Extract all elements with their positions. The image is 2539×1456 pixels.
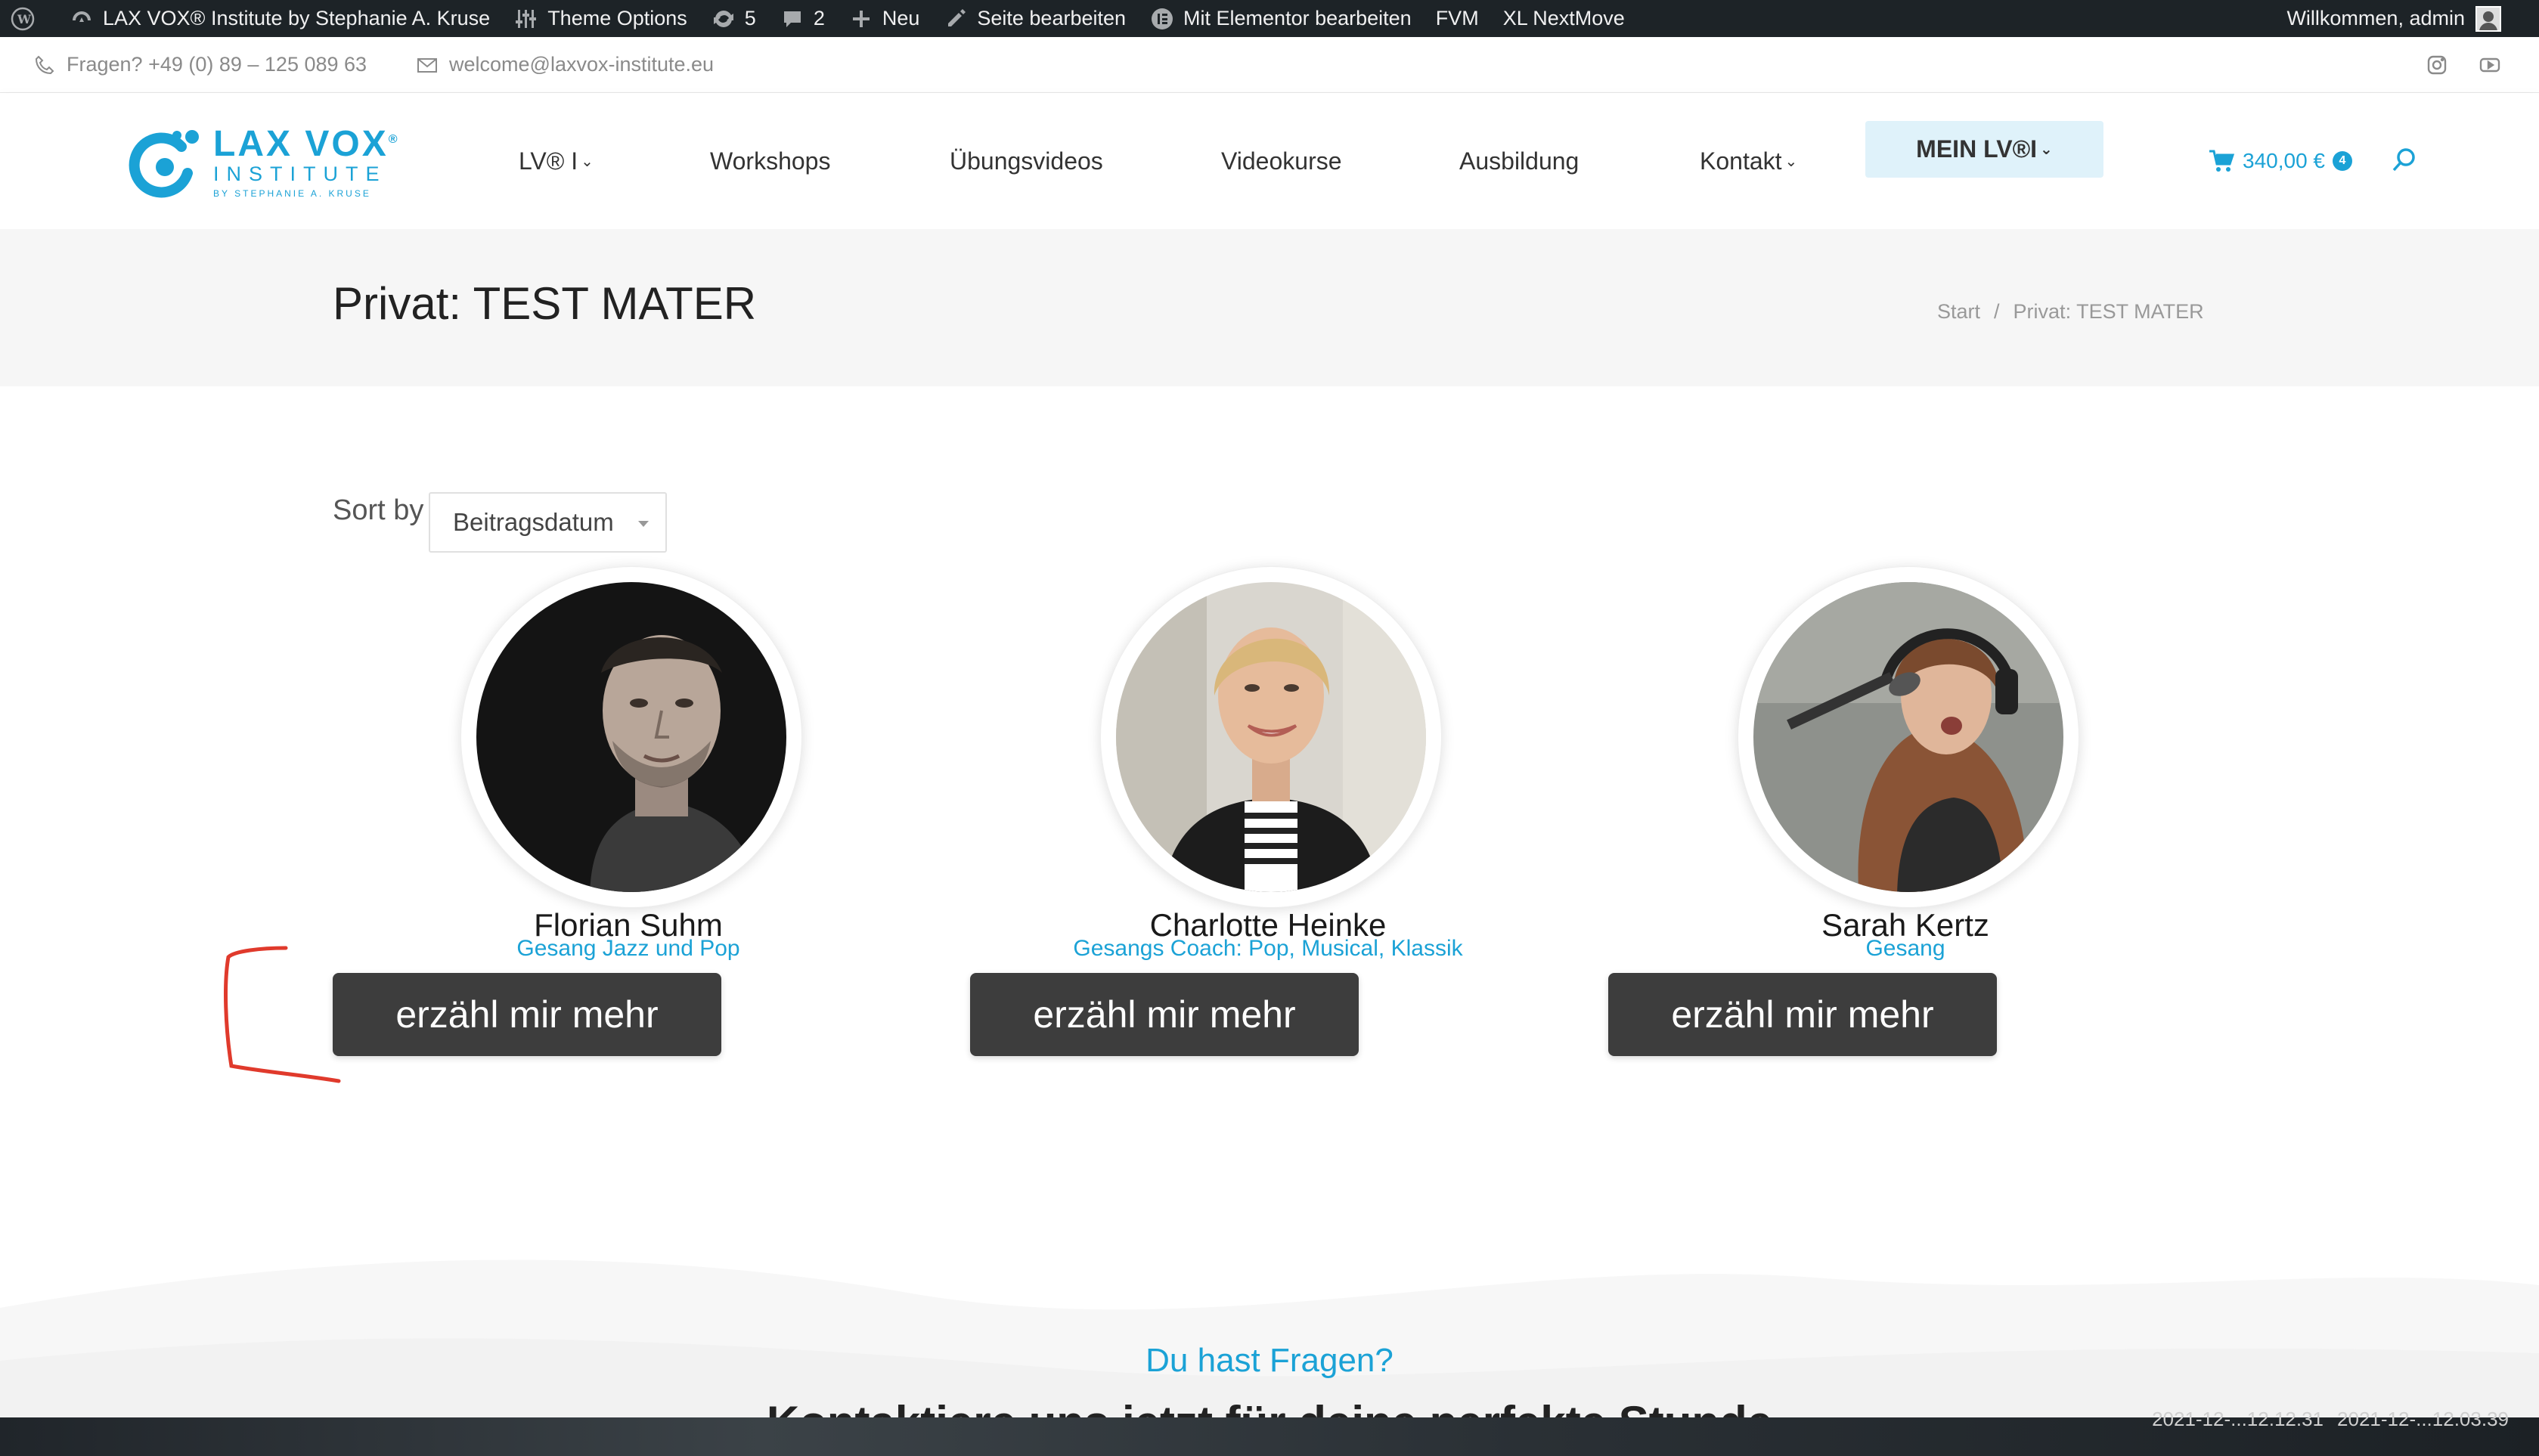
refresh-icon bbox=[713, 10, 733, 27]
phone-text: Fragen? +49 (0) 89 – 125 089 63 bbox=[67, 53, 367, 76]
breadcrumb-separator: / bbox=[1994, 300, 2000, 323]
mail-icon bbox=[417, 57, 437, 73]
sort-value: Beitragsdatum bbox=[453, 508, 614, 536]
nav-item-videokurse[interactable]: Videokurse bbox=[1221, 93, 1342, 229]
nav-item-lvi[interactable]: LV® I ⌄ bbox=[519, 93, 594, 229]
team-card: Charlotte Heinke Gesangs Coach: Pop, Mus… bbox=[970, 567, 1468, 1058]
nav-item-kontakt[interactable]: Kontakt ⌄ bbox=[1700, 93, 1797, 229]
mein-lvi-label: MEIN LV®I bbox=[1916, 135, 2038, 163]
more-info-button[interactable]: erzähl mir mehr bbox=[970, 973, 1359, 1056]
screenshot-thumbnails: 2021-12-...12.12.31 2021-12-...12.03.39 bbox=[2152, 1408, 2509, 1431]
cart-count-badge: 4 bbox=[2333, 151, 2352, 171]
faq-heading: Du hast Fragen? bbox=[1145, 1342, 1394, 1379]
thumbnail-label[interactable]: 2021-12-...12.03.39 bbox=[2337, 1408, 2509, 1431]
comments-count: 2 bbox=[813, 7, 825, 29]
more-info-button[interactable]: erzähl mir mehr bbox=[1608, 973, 1997, 1056]
breadcrumb-current: Privat: TEST MATER bbox=[2013, 300, 2204, 323]
theme-options-label: Theme Options bbox=[547, 7, 687, 29]
top-info-bar: Fragen? +49 (0) 89 – 125 089 63 welcome@… bbox=[0, 37, 2539, 93]
avatar bbox=[1753, 582, 2063, 892]
chevron-down-icon: ⌄ bbox=[1784, 153, 1798, 170]
fvm-link[interactable]: FVM bbox=[1424, 0, 1491, 37]
phone-info[interactable]: Fragen? +49 (0) 89 – 125 089 63 bbox=[33, 53, 367, 76]
cart-icon bbox=[2209, 150, 2235, 172]
nextmove-label: XL NextMove bbox=[1502, 7, 1625, 29]
person-role: Gesang bbox=[1865, 936, 1945, 961]
avatar-frame[interactable] bbox=[1101, 567, 1441, 907]
avatar bbox=[476, 582, 786, 892]
nav-label-kontakt: Kontakt bbox=[1700, 147, 1782, 175]
comment-icon bbox=[783, 11, 801, 27]
breadcrumb-home[interactable]: Start bbox=[1937, 300, 1980, 324]
site-header: LAX VOX® INSTITUTE BY STEPHANIE A. KRUSE… bbox=[0, 93, 2539, 229]
nav-label-lvi: LV® I bbox=[519, 147, 578, 175]
edit-page-label: Seite bearbeiten bbox=[977, 7, 1127, 29]
search-icon bbox=[2392, 148, 2415, 172]
nav-item-uebungsvideos[interactable]: Übungsvideos bbox=[950, 93, 1103, 229]
nav-label-videokurse: Videokurse bbox=[1221, 147, 1342, 175]
person-role: Gesang Jazz und Pop bbox=[516, 936, 740, 961]
user-avatar bbox=[2475, 5, 2501, 32]
person-role: Gesangs Coach: Pop, Musical, Klassik bbox=[1073, 936, 1463, 961]
welcome-text: Willkommen, admin bbox=[2286, 7, 2465, 29]
email-info[interactable]: welcome@laxvox-institute.eu bbox=[416, 53, 714, 76]
team-card: Florian Suhm Gesang Jazz und Pop erzähl … bbox=[333, 567, 828, 1058]
wordpress-logo-icon[interactable]: W bbox=[0, 0, 47, 37]
theme-options-link[interactable]: Theme Options bbox=[502, 0, 699, 37]
more-info-button[interactable]: erzähl mir mehr bbox=[333, 973, 721, 1056]
fvm-label: FVM bbox=[1435, 7, 1479, 29]
instagram-icon[interactable] bbox=[2426, 54, 2448, 76]
team-card: Sarah Kertz Gesang erzähl mir mehr bbox=[1608, 567, 2105, 1058]
caret-down-icon bbox=[638, 521, 649, 527]
avatar-frame[interactable] bbox=[461, 567, 801, 907]
comments-link[interactable]: 2 bbox=[768, 0, 837, 37]
social-links bbox=[2426, 37, 2501, 93]
nav-label-ausbildung: Ausbildung bbox=[1459, 147, 1580, 175]
site-name-link[interactable]: LAX VOX® Institute by Stephanie A. Kruse bbox=[57, 0, 502, 37]
updates-link[interactable]: 5 bbox=[699, 0, 768, 37]
search-button[interactable] bbox=[2389, 144, 2420, 175]
avatar-frame[interactable] bbox=[1738, 567, 2079, 907]
page-title-band: Privat: TEST MATER Start / Privat: TEST … bbox=[0, 229, 2539, 386]
sort-label: Sort by bbox=[333, 494, 424, 526]
new-content-link[interactable]: Neu bbox=[837, 0, 932, 37]
avatar bbox=[1116, 582, 1426, 892]
nav-item-workshops[interactable]: Workshops bbox=[710, 93, 830, 229]
email-text: welcome@laxvox-institute.eu bbox=[449, 53, 715, 76]
elementor-label: Mit Elementor bearbeiten bbox=[1183, 7, 1412, 29]
nav-label-workshops: Workshops bbox=[710, 147, 831, 175]
pencil-icon bbox=[948, 8, 966, 26]
main-nav: LV® I ⌄ Workshops Übungsvideos Videokurse… bbox=[0, 93, 2539, 229]
chevron-down-icon: ⌄ bbox=[581, 153, 594, 170]
thumbnail-label[interactable]: 2021-12-...12.12.31 bbox=[2152, 1408, 2324, 1431]
cart-widget[interactable]: 340,00 € 4 bbox=[2208, 93, 2352, 229]
site-name: LAX VOX® Institute by Stephanie A. Kruse bbox=[103, 7, 491, 29]
plus-icon bbox=[852, 10, 870, 27]
account-menu[interactable]: Willkommen, admin bbox=[2286, 0, 2501, 37]
chevron-down-icon: ⌄ bbox=[2040, 141, 2053, 158]
nav-item-ausbildung[interactable]: Ausbildung bbox=[1459, 93, 1579, 229]
red-bracket-annotation bbox=[224, 946, 341, 1083]
svg-text:W: W bbox=[17, 12, 32, 26]
cart-total: 340,00 € bbox=[2243, 149, 2325, 172]
breadcrumb: Start / Privat: TEST MATER bbox=[1937, 300, 2204, 324]
elementor-icon bbox=[1152, 8, 1173, 29]
mein-lvi-button[interactable]: MEIN LV®I ⌄ bbox=[1865, 121, 2103, 178]
nextmove-link[interactable]: XL NextMove bbox=[1491, 0, 1637, 37]
new-label: Neu bbox=[882, 7, 920, 29]
edit-page-link[interactable]: Seite bearbeiten bbox=[932, 0, 1138, 37]
sort-select[interactable]: Beitragsdatum bbox=[429, 492, 667, 553]
updates-count: 5 bbox=[744, 7, 756, 29]
dashboard-icon bbox=[73, 11, 91, 22]
sliders-icon bbox=[516, 9, 537, 28]
youtube-icon[interactable] bbox=[2479, 54, 2501, 76]
admin-bar: W LAX VOX® Institute by Stephanie A. Kru… bbox=[0, 0, 2539, 37]
elementor-edit-link[interactable]: Mit Elementor bearbeiten bbox=[1138, 0, 1424, 37]
wave-background bbox=[0, 1259, 2539, 1417]
page-title: Privat: TEST MATER bbox=[333, 278, 757, 329]
phone-icon bbox=[35, 55, 54, 74]
nav-label-uebungsvideos: Übungsvideos bbox=[950, 147, 1103, 175]
